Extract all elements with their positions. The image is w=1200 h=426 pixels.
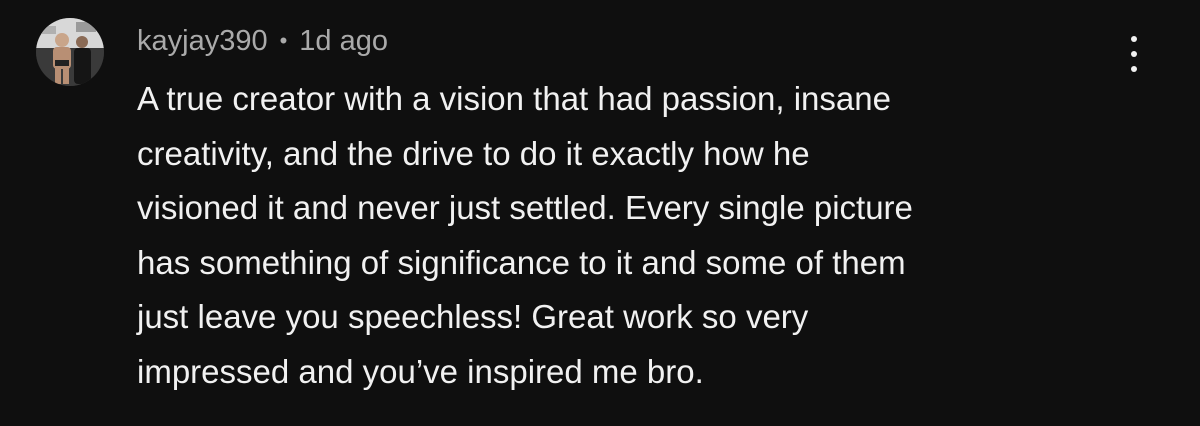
menu-dot <box>1131 51 1137 57</box>
comment-item: kayjay390 • 1d ago A true creator with a… <box>0 0 1200 426</box>
more-vertical-icon[interactable] <box>1114 32 1154 76</box>
avatar[interactable] <box>36 18 104 86</box>
menu-dot <box>1131 66 1137 72</box>
comment-header: kayjay390 • 1d ago <box>137 22 388 60</box>
avatar-photo <box>36 18 104 86</box>
meta-separator: • <box>279 28 288 53</box>
author-name[interactable]: kayjay390 <box>137 25 268 58</box>
comment-timestamp[interactable]: 1d ago <box>299 25 388 58</box>
comment-text: A true creator with a vision that had pa… <box>137 80 913 390</box>
menu-dot <box>1131 36 1137 42</box>
